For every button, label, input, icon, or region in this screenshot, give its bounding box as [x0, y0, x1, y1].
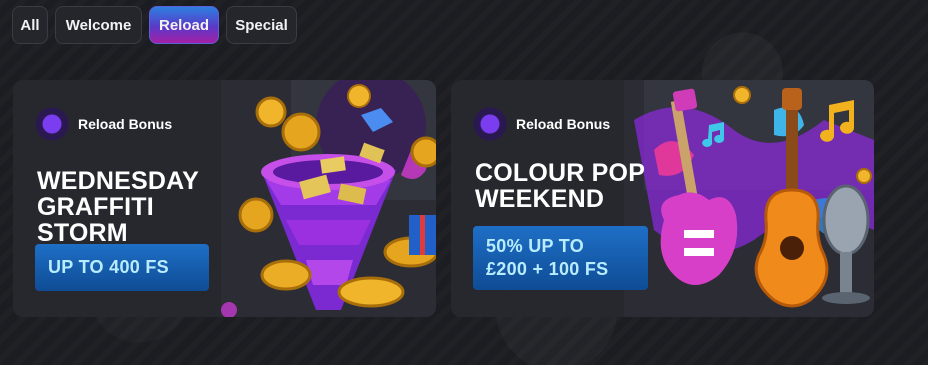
filter-tab-all[interactable]: All [12, 6, 48, 44]
promo-title-line: WEEKEND [475, 185, 605, 213]
coin-tornado-illustration [221, 80, 436, 317]
filter-tab-welcome[interactable]: Welcome [55, 6, 142, 44]
filter-tab-special[interactable]: Special [226, 6, 297, 44]
promo-card-colour-pop-weekend[interactable]: Reload Bonus COLOUR POP WEEKEND 50% UP T… [451, 80, 874, 317]
promo-title-line: COLOUR POP [475, 159, 646, 187]
promo-title-line: GRAFFITI STORM [37, 193, 154, 247]
offer-text: UP TO 400 FS [48, 257, 169, 277]
promo-title: WEDNESDAY GRAFFITI STORM [37, 168, 247, 246]
offer-button[interactable]: 50% UP TO £200 + 100 FS [473, 226, 648, 290]
promo-title: COLOUR POP WEEKEND [475, 160, 685, 212]
promo-title-line: WEDNESDAY [37, 167, 200, 195]
filter-tab-reload[interactable]: Reload [149, 6, 219, 44]
badge-label: Reload Bonus [78, 116, 173, 132]
reload-bonus-badge: Reload Bonus [473, 107, 610, 141]
reload-bonus-logo-icon [35, 107, 69, 141]
badge-label: Reload Bonus [516, 116, 611, 132]
promo-filter-tabs: All Welcome Reload Special [12, 6, 297, 44]
offer-text: £200 + 100 FS [486, 259, 609, 279]
offer-button[interactable]: UP TO 400 FS [35, 244, 209, 291]
offer-text: 50% UP TO [486, 236, 585, 256]
promo-card-wednesday-graffiti-storm[interactable]: Reload Bonus WEDNESDAY GRAFFITI STORM UP… [13, 80, 436, 317]
reload-bonus-badge: Reload Bonus [35, 107, 172, 141]
reload-bonus-logo-icon [473, 107, 507, 141]
